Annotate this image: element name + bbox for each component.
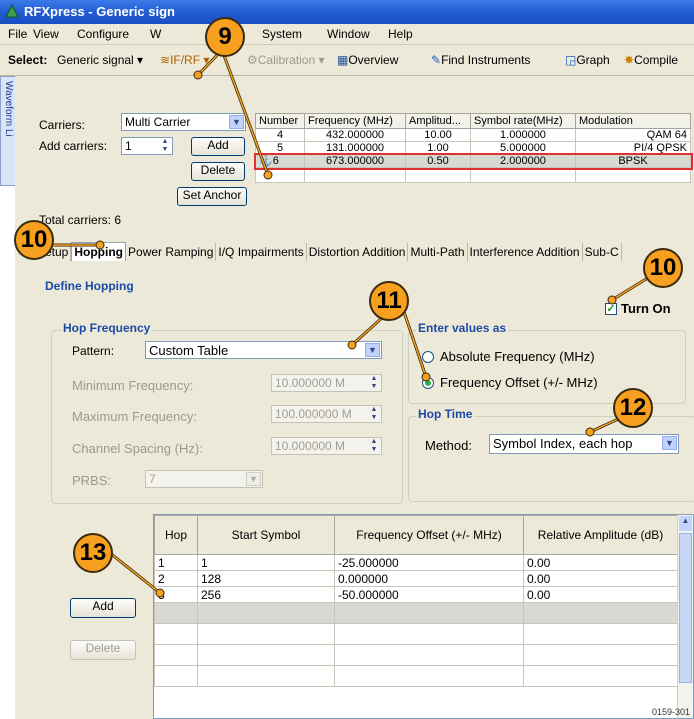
callout-11: 11 [369, 281, 409, 321]
callout-dot [263, 170, 273, 180]
callout-9: 9 [205, 17, 245, 57]
callout-10-right: 10 [643, 248, 683, 288]
callout-lines [40, 48, 665, 598]
callout-dot [585, 427, 595, 437]
callout-13: 13 [73, 533, 113, 573]
callout-10-left: 10 [14, 220, 54, 260]
callout-dot [155, 588, 165, 598]
callout-12: 12 [613, 388, 653, 428]
callout-dot [607, 295, 617, 305]
callout-dot [193, 70, 203, 80]
callout-dot [347, 340, 357, 350]
callout-dot [421, 372, 431, 382]
figure-code: 0159-301 [651, 707, 690, 717]
callout-dot [95, 240, 105, 250]
